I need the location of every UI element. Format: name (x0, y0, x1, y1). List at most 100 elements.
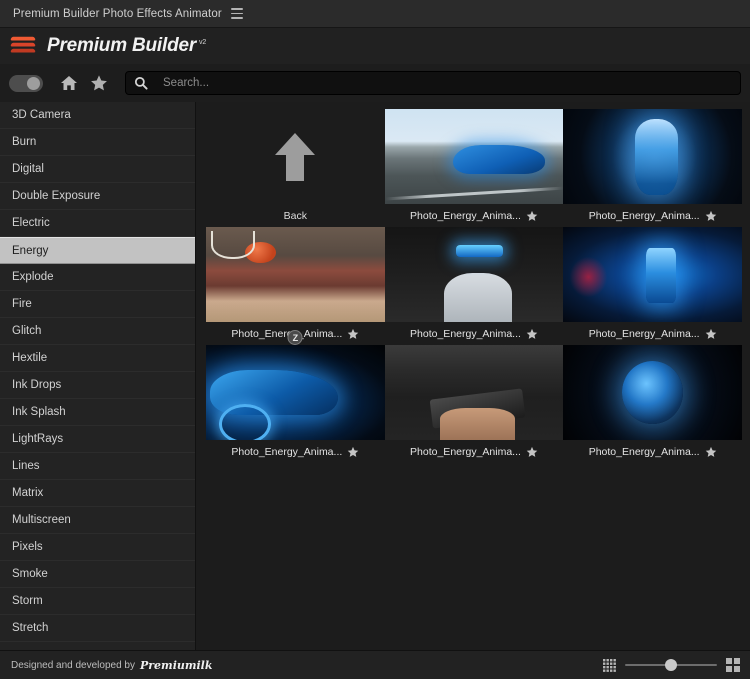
preview-art (563, 345, 742, 440)
arrow-up-icon (272, 130, 318, 184)
hamburger-icon[interactable] (231, 8, 243, 19)
preview-art (563, 227, 742, 322)
sidebar-item-electric[interactable]: Electric (0, 210, 195, 237)
sidebar-item-lightrays[interactable]: LightRays (0, 426, 195, 453)
thumbnail-tile[interactable]: Photo_Energy_Anima... (385, 109, 564, 227)
star-icon[interactable] (347, 328, 359, 340)
thumbnail-caption: Photo_Energy_Anima... (563, 440, 742, 463)
thumbnail-grid: Back Photo_Energy_Anima... (206, 109, 742, 463)
sidebar-item-digital[interactable]: Digital (0, 156, 195, 183)
sidebar-item-3d-camera[interactable]: 3D Camera (0, 102, 195, 129)
sidebar-item-double-exposure[interactable]: Double Exposure (0, 183, 195, 210)
search-input[interactable] (163, 77, 732, 89)
thumbnail-tile[interactable]: Photo_Energy_Anima... (563, 227, 742, 345)
zoom-slider-handle[interactable] (665, 659, 677, 671)
sidebar-item-hextile[interactable]: Hextile (0, 345, 195, 372)
sidebar-item-label: Glitch (12, 325, 41, 337)
thumbnail-tile[interactable]: Photo_Energy_Anima... Z (206, 227, 385, 345)
credit-text: Designed and developed by Premiumilk (11, 659, 212, 672)
star-icon[interactable] (705, 446, 717, 458)
sidebar-item-ink-splash[interactable]: Ink Splash (0, 399, 195, 426)
sidebar-item-label: Ink Drops (12, 379, 61, 391)
sidebar-item-label: Lines (12, 460, 40, 472)
sidebar-item-multiscreen[interactable]: Multiscreen (0, 507, 195, 534)
sidebar-effects-list[interactable]: 3D Camera Burn Digital Double Exposure E… (0, 102, 196, 650)
sidebar-item-ink-drops[interactable]: Ink Drops (0, 372, 195, 399)
thumbnail-label: Photo_Energy_Anima... (231, 446, 342, 458)
grid-small-icon[interactable] (603, 659, 616, 672)
sidebar-item-label: 3D Camera (12, 109, 71, 121)
thumbnail-tile[interactable]: Photo_Energy_Anima... (563, 109, 742, 227)
thumbnail-image (385, 109, 564, 204)
sidebar-item-explode[interactable]: Explode (0, 264, 195, 291)
star-icon[interactable] (347, 446, 359, 458)
thumbnail-image (206, 345, 385, 440)
main-body: 3D Camera Burn Digital Double Exposure E… (0, 102, 750, 650)
thumbnail-label: Photo_Energy_Anima... (231, 328, 342, 340)
back-label: Back (284, 210, 307, 222)
credit-brand-logo: Premiumilk (140, 659, 213, 672)
brand-title: Premium Builderv2 (47, 35, 206, 57)
sidebar-item-label: Multiscreen (12, 514, 71, 526)
star-icon[interactable] (526, 210, 538, 222)
sidebar-item-burn[interactable]: Burn (0, 129, 195, 156)
application-window: Premium Builder Photo Effects Animator P… (0, 0, 750, 679)
sidebar-item-storm[interactable]: Storm (0, 588, 195, 615)
toggle-knob (27, 77, 40, 90)
back-thumb (206, 109, 385, 204)
layers-stack-icon (11, 35, 35, 57)
thumbnail-image (563, 227, 742, 322)
sidebar-item-lines[interactable]: Lines (0, 453, 195, 480)
toolbar (0, 64, 750, 102)
thumbnail-tile[interactable]: Photo_Energy_Anima... (385, 227, 564, 345)
star-icon[interactable] (526, 446, 538, 458)
sidebar-item-label: Fire (12, 298, 32, 310)
thumbnail-image (206, 227, 385, 322)
zoom-slider[interactable] (625, 659, 717, 671)
thumbnail-label: Photo_Energy_Anima... (410, 210, 521, 222)
back-tile[interactable]: Back (206, 109, 385, 227)
preview-art (385, 109, 564, 204)
sidebar-item-energy[interactable]: Energy (0, 237, 195, 264)
sidebar-item-label: Electric (12, 217, 50, 229)
zoom-controls (603, 658, 740, 672)
view-toggle-switch[interactable] (9, 75, 43, 92)
preview-art (206, 345, 385, 440)
z-badge-icon[interactable]: Z (288, 330, 303, 345)
thumbnail-tile[interactable]: Photo_Energy_Anima... (385, 345, 564, 463)
sidebar-item-fire[interactable]: Fire (0, 291, 195, 318)
brand-title-text: Premium Builder (47, 35, 196, 56)
thumbnail-label: Photo_Energy_Anima... (589, 446, 700, 458)
star-icon[interactable] (87, 71, 111, 95)
search-bar[interactable] (125, 71, 741, 95)
brand-bar: Premium Builderv2 (0, 28, 750, 64)
thumbnail-tile[interactable]: Photo_Energy_Anima... (563, 345, 742, 463)
preview-art (385, 345, 564, 440)
sidebar-item-label: Digital (12, 163, 44, 175)
title-bar: Premium Builder Photo Effects Animator (0, 0, 750, 28)
home-icon[interactable] (57, 71, 81, 95)
thumbnail-caption: Photo_Energy_Anima... (385, 204, 564, 227)
thumbnail-label: Photo_Energy_Anima... (410, 446, 521, 458)
thumbnail-tile[interactable]: Photo_Energy_Anima... (206, 345, 385, 463)
sidebar-item-matrix[interactable]: Matrix (0, 480, 195, 507)
star-icon[interactable] (705, 328, 717, 340)
thumbnail-label: Photo_Energy_Anima... (589, 328, 700, 340)
preview-art (206, 227, 385, 322)
thumbnail-caption: Photo_Energy_Anima... (563, 322, 742, 345)
sidebar-item-glitch[interactable]: Glitch (0, 318, 195, 345)
grid-large-icon[interactable] (726, 658, 740, 672)
thumbnail-image (563, 345, 742, 440)
sidebar-item-stretch[interactable]: Stretch (0, 615, 195, 642)
thumbnail-image (385, 345, 564, 440)
sidebar-item-smoke[interactable]: Smoke (0, 561, 195, 588)
preview-art (563, 109, 742, 204)
back-caption: Back (206, 204, 385, 227)
status-bar: Designed and developed by Premiumilk (0, 650, 750, 679)
star-icon[interactable] (705, 210, 717, 222)
star-icon[interactable] (526, 328, 538, 340)
search-icon (134, 76, 150, 90)
credit-label: Designed and developed by (11, 660, 135, 671)
sidebar-item-pixels[interactable]: Pixels (0, 534, 195, 561)
sidebar-item-label: Stretch (12, 622, 48, 634)
